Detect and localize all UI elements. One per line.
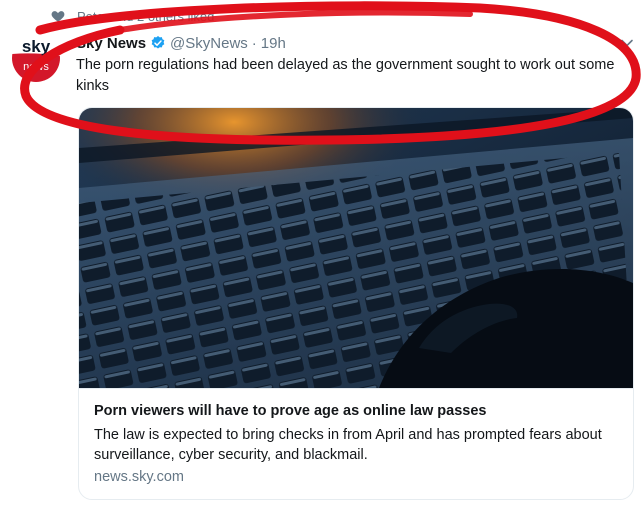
svg-text:news: news (23, 61, 49, 73)
card-description: The law is expected to bring checks in f… (94, 427, 602, 463)
tweet-header: Sky News @SkyNews · 19h (76, 33, 286, 53)
timestamp[interactable]: 19h (261, 35, 286, 52)
social-context[interactable]: Peter and 2 others liked (51, 7, 214, 25)
heart-icon (51, 11, 65, 22)
sky-news-logo: sky news (12, 34, 60, 82)
card-domain[interactable]: news.sky.com (94, 469, 184, 485)
author-handle[interactable]: @SkyNews (170, 35, 248, 52)
chevron-down-icon[interactable] (620, 36, 634, 50)
svg-text:sky: sky (22, 37, 51, 56)
author-name[interactable]: Sky News (76, 35, 146, 52)
social-context-text: Peter and 2 others liked (77, 9, 215, 24)
avatar[interactable]: sky news (12, 34, 60, 82)
separator-dot: · (251, 34, 257, 52)
tweet-text: The porn regulations had been delayed as… (76, 57, 615, 94)
verified-badge-icon (151, 36, 165, 49)
card-image (79, 108, 633, 388)
link-card[interactable]: Porn viewers will have to prove age as o… (78, 107, 634, 500)
card-title[interactable]: Porn viewers will have to prove age as o… (94, 401, 624, 421)
card-body: Porn viewers will have to prove age as o… (79, 388, 633, 499)
